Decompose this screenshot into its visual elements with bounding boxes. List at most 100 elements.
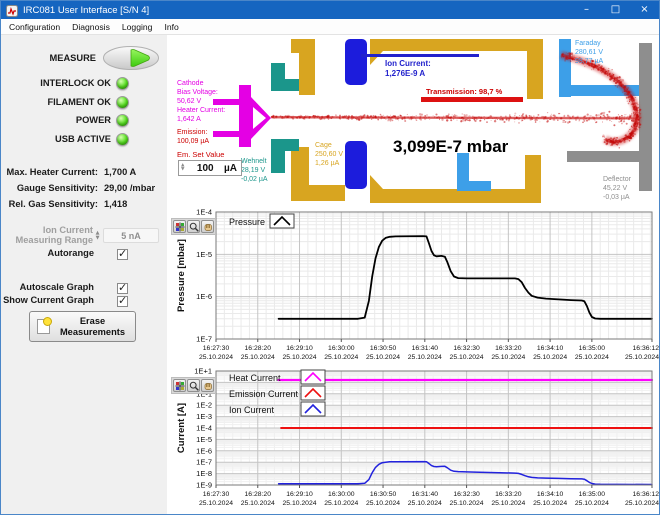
svg-text:25.10.2024: 25.10.2024: [533, 500, 567, 507]
svg-text:16:34:10: 16:34:10: [537, 491, 564, 498]
svg-text:Em. Set Value: Em. Set Value: [177, 150, 224, 159]
svg-text:16:36:12: 16:36:12: [633, 345, 660, 352]
svg-text:Ion Current: Ion Current: [229, 405, 275, 415]
svg-text:-0,03 µA: -0,03 µA: [603, 194, 630, 201]
graph-pan-tool[interactable]: [201, 220, 214, 233]
menu-logging[interactable]: Logging: [117, 22, 158, 32]
minimize-button[interactable]: –: [572, 1, 601, 19]
svg-text:Cathode: Cathode: [177, 80, 204, 87]
power-led-icon: [116, 114, 129, 127]
measure-toggle[interactable]: [102, 45, 160, 76]
graph-zoom-tool[interactable]: [187, 220, 200, 233]
svg-text:16:35:00: 16:35:00: [579, 345, 606, 352]
pressure-readout: 3,099E-7 mbar: [393, 137, 509, 156]
svg-text:Transmission: 98,7 %: Transmission: 98,7 %: [426, 87, 503, 96]
svg-text:1,642 A: 1,642 A: [177, 116, 201, 123]
svg-text:1E+1: 1E+1: [194, 367, 212, 376]
svg-text:25.10.2024: 25.10.2024: [491, 500, 525, 507]
svg-text:16:29:10: 16:29:10: [286, 345, 313, 352]
svg-text:1E-7: 1E-7: [196, 335, 212, 344]
svg-text:16:31:40: 16:31:40: [412, 491, 439, 498]
range-spinner-icon[interactable]: ▲▼: [93, 228, 102, 243]
graph-pan-tool[interactable]: [201, 379, 214, 392]
pressure-chart[interactable]: 1E-41E-51E-61E-716:27:3025.10.202416:28:…: [169, 207, 660, 367]
gauge-sensitivity-value: 29,00 /mbar: [104, 183, 155, 193]
svg-text:25.10.2024: 25.10.2024: [533, 354, 567, 361]
led-label-interlock: INTERLOCK OK: [1, 78, 111, 88]
svg-text:25.10.2024: 25.10.2024: [450, 354, 484, 361]
transmission-bar: [421, 97, 523, 102]
svg-text:25.10.2024: 25.10.2024: [625, 354, 659, 361]
svg-text:16:30:00: 16:30:00: [328, 491, 355, 498]
svg-text:1E-5: 1E-5: [196, 435, 212, 444]
menu-configuration[interactable]: Configuration: [4, 22, 65, 32]
autorange-checkbox[interactable]: [117, 249, 128, 260]
svg-text:1E-6: 1E-6: [196, 292, 212, 301]
svg-text:16:31:40: 16:31:40: [412, 345, 439, 352]
svg-text:16:32:30: 16:32:30: [453, 491, 480, 498]
svg-text:16:28:20: 16:28:20: [245, 491, 272, 498]
max-heater-current-label: Max. Heater Current:: [1, 167, 98, 177]
maximize-button[interactable]: □: [601, 1, 630, 19]
svg-text:25.10.2024: 25.10.2024: [241, 354, 275, 361]
svg-text:Wehnelt: Wehnelt: [241, 158, 267, 165]
current-chart[interactable]: 1E+11E-11E-21E-31E-41E-51E-61E-71E-81E-9…: [169, 367, 660, 513]
svg-text:25.10.2024: 25.10.2024: [199, 354, 233, 361]
svg-text:25.10.2024: 25.10.2024: [575, 354, 609, 361]
svg-text:-0,02 µA: -0,02 µA: [241, 176, 268, 183]
svg-text:16:30:50: 16:30:50: [370, 491, 397, 498]
svg-text:Heat Current: Heat Current: [229, 373, 281, 383]
svg-text:16:28:20: 16:28:20: [245, 345, 272, 352]
menubar: Configuration Diagnosis Logging Info: [1, 19, 659, 35]
usb-led-icon: [116, 133, 129, 146]
titlebar[interactable]: IRC081 User Interface [S/N 4] – □ ×: [1, 1, 659, 19]
autoscale-label: Autoscale Graph: [1, 282, 94, 292]
graph-cursor-tool[interactable]: [173, 220, 186, 233]
svg-text:280,61 V: 280,61 V: [575, 49, 603, 56]
svg-text:250,60 V: 250,60 V: [315, 151, 343, 158]
svg-text:16:32:30: 16:32:30: [453, 345, 480, 352]
rel-gas-sensitivity-value: 1,418: [104, 199, 127, 209]
svg-text:28,19 V: 28,19 V: [241, 167, 265, 174]
svg-text:25.10.2024: 25.10.2024: [625, 500, 659, 507]
svg-text:16:36:12: 16:36:12: [633, 491, 660, 498]
svg-text:Deflector: Deflector: [603, 176, 632, 183]
svg-text:Cage: Cage: [315, 142, 332, 149]
menu-info[interactable]: Info: [159, 22, 183, 32]
autorange-label: Autorange: [1, 248, 94, 258]
svg-text:16:27:30: 16:27:30: [203, 345, 230, 352]
main-content: MEASURE INTERLOCK OK FILAMENT OK POWER U…: [1, 35, 659, 514]
graph-cursor-tool[interactable]: [173, 379, 186, 392]
svg-text:16:33:20: 16:33:20: [495, 345, 522, 352]
filament-led-icon: [116, 96, 129, 109]
svg-text:Pressure: Pressure: [229, 217, 265, 227]
app-icon: [6, 4, 18, 16]
svg-text:1E-8: 1E-8: [196, 469, 212, 478]
svg-text:16:30:50: 16:30:50: [370, 345, 397, 352]
svg-text:1E-6: 1E-6: [196, 446, 212, 455]
svg-text:25.10.2024: 25.10.2024: [450, 500, 484, 507]
svg-text:1E-3: 1E-3: [196, 412, 212, 421]
svg-text:1E-2: 1E-2: [196, 401, 212, 410]
measuring-range-field: 5 nA: [103, 228, 159, 243]
svg-text:25.10.2024: 25.10.2024: [408, 500, 442, 507]
svg-text:45,22 V: 45,22 V: [603, 185, 627, 192]
svg-text:100,09 µA: 100,09 µA: [177, 138, 209, 145]
autoscale-checkbox[interactable]: [117, 283, 128, 294]
show-current-graph-checkbox[interactable]: [117, 296, 128, 307]
svg-text:16:30:00: 16:30:00: [328, 345, 355, 352]
svg-text:Ion Current:: Ion Current:: [385, 59, 431, 68]
svg-text:16:29:10: 16:29:10: [286, 491, 313, 498]
emission-setpoint-input[interactable]: ▲▼ 100 µA: [178, 160, 242, 176]
close-button[interactable]: ×: [630, 1, 659, 19]
increment-decrement-icon[interactable]: ▲▼: [179, 164, 186, 172]
svg-text:Faraday: Faraday: [575, 40, 601, 47]
current-graph-toolbar: [171, 377, 216, 394]
erase-measurements-button[interactable]: Erase Measurements: [29, 311, 136, 342]
graph-zoom-tool[interactable]: [187, 379, 200, 392]
cage-electrode: [370, 155, 541, 203]
svg-text:25.10.2024: 25.10.2024: [366, 354, 400, 361]
svg-text:25.10.2024: 25.10.2024: [408, 354, 442, 361]
menu-diagnosis[interactable]: Diagnosis: [67, 22, 115, 32]
svg-text:25.10.2024: 25.10.2024: [283, 354, 317, 361]
